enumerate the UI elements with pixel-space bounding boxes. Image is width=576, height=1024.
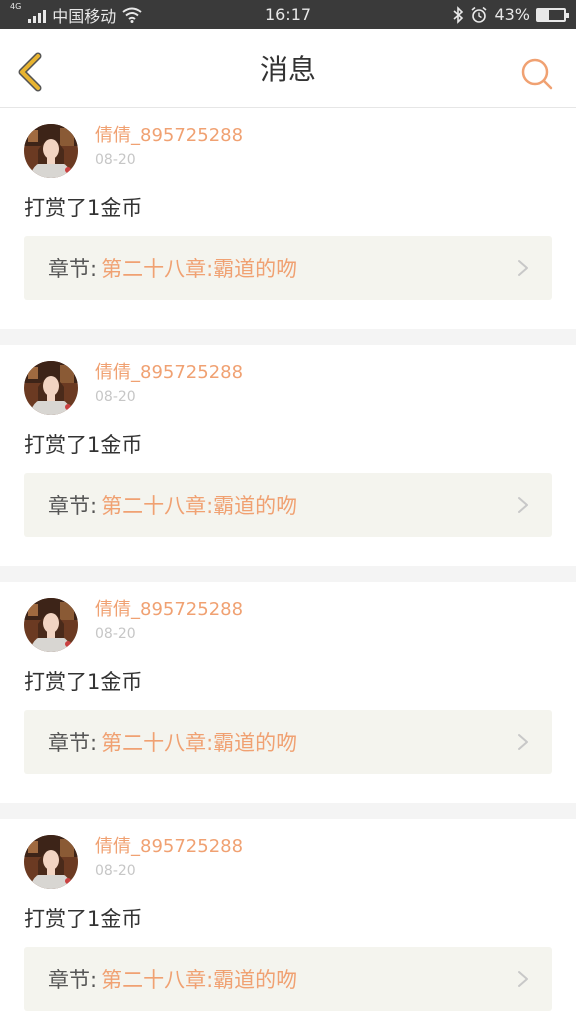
battery-percent: 43% bbox=[494, 5, 530, 24]
chevron-left-icon[interactable] bbox=[14, 52, 48, 92]
user-info: 倩倩_895725288 08-20 bbox=[95, 833, 243, 881]
bluetooth-icon bbox=[453, 5, 464, 24]
chevron-right-icon bbox=[518, 971, 528, 987]
avatar[interactable] bbox=[24, 598, 78, 652]
chapter-label: 章节: bbox=[48, 494, 98, 518]
chapter-link[interactable]: 章节: 第二十八章:霸道的吻 bbox=[24, 947, 552, 1011]
user-row: 倩倩_895725288 08-20 bbox=[24, 359, 552, 415]
message-text: 打赏了1金币 bbox=[24, 196, 143, 220]
message-card: 倩倩_895725288 08-20 打赏了1金币 章节: 第二十八章:霸道的吻 bbox=[0, 819, 576, 1024]
chapter-link[interactable]: 章节: 第二十八章:霸道的吻 bbox=[24, 710, 552, 774]
header-bar: 消息 bbox=[0, 29, 576, 108]
user-info: 倩倩_895725288 08-20 bbox=[95, 122, 243, 170]
message-date: 08-20 bbox=[95, 389, 136, 405]
status-right: 43% bbox=[452, 5, 569, 24]
user-info: 倩倩_895725288 08-20 bbox=[95, 359, 243, 407]
chevron-right-icon bbox=[518, 734, 528, 750]
network-type: 4G bbox=[10, 1, 22, 11]
message-date: 08-20 bbox=[95, 152, 136, 168]
status-bar: 4G 中国移动 16:17 43% bbox=[0, 0, 576, 29]
chevron-right-icon bbox=[518, 497, 528, 513]
search-icon[interactable] bbox=[520, 57, 554, 91]
user-row: 倩倩_895725288 08-20 bbox=[24, 596, 552, 652]
chapter-title: 第二十八章:霸道的吻 bbox=[101, 968, 298, 992]
status-left: 4G 中国移动 bbox=[10, 1, 142, 27]
message-date: 08-20 bbox=[95, 863, 136, 879]
chapter-label: 章节: bbox=[48, 731, 98, 755]
user-row: 倩倩_895725288 08-20 bbox=[24, 122, 552, 178]
battery-level bbox=[538, 9, 550, 20]
chapter-title: 第二十八章:霸道的吻 bbox=[101, 731, 298, 755]
message-card: 倩倩_895725288 08-20 打赏了1金币 章节: 第二十八章:霸道的吻 bbox=[0, 108, 576, 329]
carrier-name: 中国移动 bbox=[52, 6, 117, 26]
page-title: 消息 bbox=[259, 53, 316, 86]
status-time: 16:17 bbox=[264, 5, 312, 24]
chapter-link[interactable]: 章节: 第二十八章:霸道的吻 bbox=[24, 236, 552, 300]
battery-icon bbox=[536, 7, 569, 22]
username[interactable]: 倩倩_895725288 bbox=[95, 598, 243, 622]
wifi-icon bbox=[122, 7, 142, 23]
avatar[interactable] bbox=[24, 835, 78, 889]
message-date: 08-20 bbox=[95, 626, 136, 642]
username[interactable]: 倩倩_895725288 bbox=[95, 361, 243, 385]
chapter-link[interactable]: 章节: 第二十八章:霸道的吻 bbox=[24, 473, 552, 537]
signal-icon bbox=[28, 7, 47, 23]
message-text: 打赏了1金币 bbox=[24, 433, 143, 457]
chapter-title: 第二十八章:霸道的吻 bbox=[101, 494, 298, 518]
chapter-label: 章节: bbox=[48, 257, 98, 281]
username[interactable]: 倩倩_895725288 bbox=[95, 124, 243, 148]
chevron-right-icon bbox=[518, 260, 528, 276]
message-text: 打赏了1金币 bbox=[24, 670, 143, 694]
username[interactable]: 倩倩_895725288 bbox=[95, 835, 243, 859]
message-card: 倩倩_895725288 08-20 打赏了1金币 章节: 第二十八章:霸道的吻 bbox=[0, 582, 576, 803]
user-info: 倩倩_895725288 08-20 bbox=[95, 596, 243, 644]
chapter-label: 章节: bbox=[48, 968, 98, 992]
avatar[interactable] bbox=[24, 361, 78, 415]
message-text: 打赏了1金币 bbox=[24, 907, 143, 931]
alarm-icon bbox=[471, 6, 487, 23]
user-row: 倩倩_895725288 08-20 bbox=[24, 833, 552, 889]
avatar[interactable] bbox=[24, 124, 78, 178]
message-list: 倩倩_895725288 08-20 打赏了1金币 章节: 第二十八章:霸道的吻 bbox=[0, 108, 576, 1024]
message-card: 倩倩_895725288 08-20 打赏了1金币 章节: 第二十八章:霸道的吻 bbox=[0, 345, 576, 566]
chapter-title: 第二十八章:霸道的吻 bbox=[101, 257, 298, 281]
